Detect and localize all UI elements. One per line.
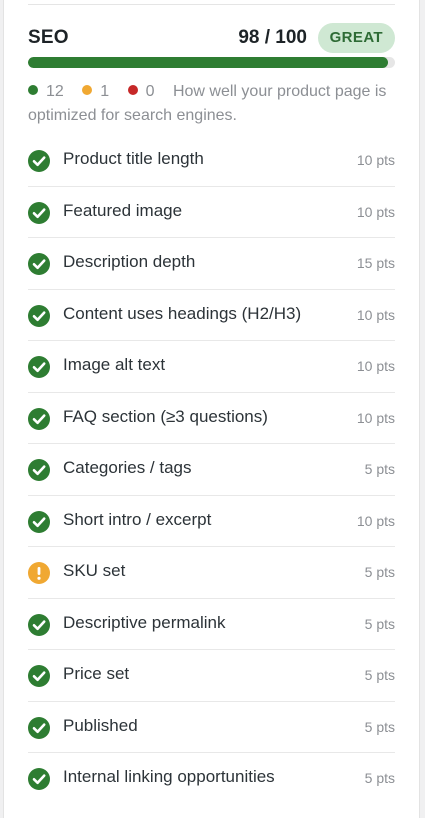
warning-dot-icon	[82, 85, 93, 95]
seo-score: 98 / 100	[238, 27, 307, 48]
check-points: 10 pts	[356, 152, 395, 168]
ok-count: 12	[46, 83, 64, 100]
check-row: Short intro / excerpt 10 pts	[28, 496, 395, 547]
check-points: 5 pts	[364, 667, 395, 683]
check-list: Product title length 10 pts Featured image…	[28, 135, 395, 805]
check-label: SKU set	[63, 561, 126, 580]
check-label: Categories / tags	[63, 458, 192, 477]
check-icon	[28, 665, 50, 687]
check-row: FAQ section (≥3 questions) 10 pts	[28, 393, 395, 444]
check-icon	[28, 510, 50, 533]
warning-icon	[28, 562, 50, 584]
check-label: Image alt text	[63, 355, 166, 374]
check-row: Price set 5 pts	[28, 650, 395, 702]
check-icon	[28, 356, 50, 378]
check-row: Content uses headings (H2/H3) 10 pts	[28, 290, 395, 341]
check-icon	[28, 459, 50, 481]
check-icon	[28, 613, 50, 636]
error-dot-icon	[127, 85, 138, 95]
check-label: FAQ section (≥3 questions)	[63, 406, 268, 426]
check-label: Price set	[63, 664, 130, 683]
check-icon	[28, 407, 50, 430]
seo-title: SEO	[28, 27, 69, 48]
check-label: Description depth	[63, 252, 196, 271]
check-icon	[28, 201, 50, 224]
check-points: 10 pts	[356, 306, 395, 323]
check-points: 5 pts	[364, 770, 395, 786]
check-points: 10 pts	[356, 358, 395, 374]
seo-header: SEO 98 / 100 GREAT	[28, 23, 395, 53]
check-icon	[28, 253, 50, 275]
check-row: Product title length 10 pts	[28, 135, 395, 187]
check-label: Descriptive permalink	[63, 612, 226, 632]
check-row: Published 5 pts	[28, 702, 395, 753]
warning-count: 1	[100, 83, 110, 100]
check-label: Featured image	[63, 200, 183, 220]
check-icon	[28, 768, 50, 790]
score-progress-bar	[28, 57, 395, 68]
ok-dot-icon	[28, 85, 38, 95]
check-summary: 12 1 0 How well your product page is opt…	[28, 80, 395, 128]
check-label: Short intro / excerpt	[63, 509, 212, 529]
check-row: Image alt text 10 pts	[28, 341, 395, 393]
check-row: Featured image 10 pts	[28, 187, 395, 238]
score-progress-fill	[28, 57, 388, 68]
check-row: Description depth 15 pts	[28, 238, 395, 290]
check-label: Product title length	[63, 149, 204, 168]
status-badge: GREAT	[317, 23, 395, 53]
check-label: Published	[63, 715, 138, 735]
check-points: 5 pts	[364, 615, 395, 632]
seo-panel: SEO 98 / 100 GREAT 12 1 0 How well your …	[3, 0, 420, 818]
check-points: 10 pts	[356, 409, 395, 426]
check-points: 5 pts	[364, 461, 395, 477]
divider	[28, 4, 395, 5]
check-points: 5 pts	[364, 564, 395, 580]
check-label: Internal linking opportunities	[63, 767, 275, 786]
error-count: 0	[145, 83, 155, 100]
check-points: 10 pts	[356, 203, 395, 220]
check-row: Descriptive permalink 5 pts	[28, 599, 395, 650]
check-icon	[28, 304, 50, 327]
check-row: SKU set 5 pts	[28, 547, 395, 599]
check-icon	[28, 150, 50, 172]
check-icon	[28, 716, 50, 739]
check-points: 15 pts	[356, 255, 395, 271]
check-label: Content uses headings (H2/H3)	[63, 303, 302, 323]
check-points: 10 pts	[356, 512, 395, 529]
check-row: Internal linking opportunities 5 pts	[28, 753, 395, 805]
check-points: 5 pts	[364, 718, 395, 735]
check-row: Categories / tags 5 pts	[28, 444, 395, 496]
